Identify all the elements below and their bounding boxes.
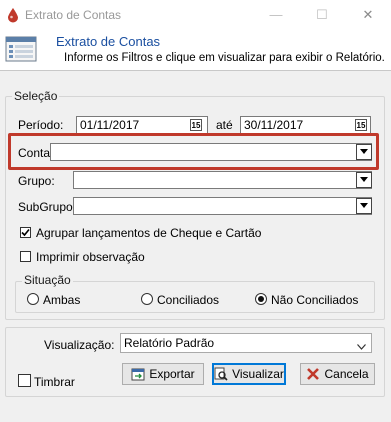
imprimir-label: Imprimir observação [36,250,145,264]
situacao-legend: Situação [22,273,73,287]
timbrar-label: Timbrar [34,375,75,389]
calendar-end-button[interactable]: 15 [355,119,367,131]
exportar-button[interactable]: Exportar [122,363,204,385]
close-window-button[interactable]: ✕ [345,0,391,30]
conta-highlight-box [8,133,379,170]
ate-label: até [216,118,233,132]
selecao-legend: Seleção [12,89,60,103]
visualizar-button[interactable]: Visualizar [212,363,286,385]
agrupar-checkbox[interactable] [20,227,31,238]
imprimir-checkbox[interactable] [20,251,31,262]
visualizacao-select[interactable]: Relatório Padrão [120,333,372,353]
radio-nao-conciliados[interactable] [255,293,267,305]
radio-conciliados-label: Conciliados [157,293,220,307]
visualizacao-label: Visualização: [44,338,115,352]
report-form-icon [5,35,37,63]
periodo-start-input[interactable]: 01/11/2017 [76,116,208,134]
chevron-down-icon [360,177,368,182]
subgrupo-dropdown-button[interactable] [356,198,372,214]
export-icon [131,368,145,381]
periodo-end-input[interactable]: 30/11/2017 [240,116,371,134]
subgrupo-label: SubGrupo: [18,200,77,214]
radio-ambas[interactable] [27,293,39,305]
radio-ambas-label: Ambas [43,293,81,307]
visualizar-label: Visualizar [232,367,284,381]
cancela-button[interactable]: Cancela [300,363,375,385]
cancela-label: Cancela [324,367,369,381]
maximize-button[interactable]: ☐ [299,0,345,30]
checkmark-icon [21,228,30,237]
cancel-x-icon [307,368,320,380]
header-subtitle: Informe os Filtros e clique em visualiza… [64,52,385,64]
minimize-button[interactable]: — [253,0,299,30]
periodo-start-value: 01/11/2017 [80,118,140,132]
agrupar-label: Agrupar lançamentos de Cheque e Cartão [36,226,262,240]
app-drop-icon [5,7,21,23]
grupo-select[interactable] [73,171,372,189]
timbrar-checkbox[interactable] [18,374,31,387]
grupo-dropdown-button[interactable] [356,172,372,188]
visualizacao-value: Relatório Padrão [124,336,215,350]
header-title: Extrato de Contas [56,34,161,49]
radio-conciliados[interactable] [141,293,153,305]
calendar-start-button[interactable]: 15 [190,119,202,131]
radio-nao-conciliados-label: Não Conciliados [271,293,359,307]
exportar-label: Exportar [149,367,195,381]
window-title: Extrato de Contas [25,8,122,22]
periodo-label: Período: [18,118,64,132]
visualizacao-chevron-icon[interactable] [357,339,366,353]
chevron-down-icon [360,203,368,208]
periodo-end-value: 30/11/2017 [244,118,304,132]
preview-magnifier-icon [214,367,228,381]
grupo-label: Grupo: [18,174,55,188]
subgrupo-select[interactable] [73,197,372,215]
